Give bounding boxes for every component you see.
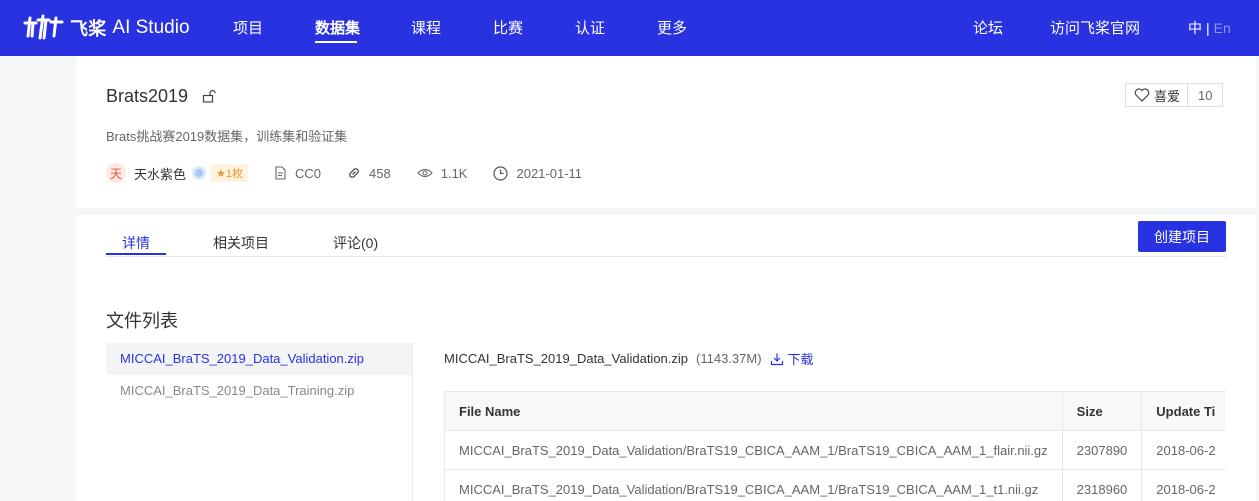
nav-link-forum[interactable]: 论坛 (973, 17, 1003, 38)
brand-logo[interactable]: 飞桨 AI Studio (22, 12, 190, 44)
cell-file-name: MICCAI_BraTS_2019_Data_Validation/BraTS1… (444, 469, 1063, 501)
tab-bar: 详情 相关项目 评论(0) (106, 215, 1226, 257)
brand-sub: AI Studio (112, 17, 190, 38)
heart-icon (1134, 88, 1150, 102)
tab-comments[interactable]: 评论(0) (333, 233, 378, 253)
cell-size: 2307890 (1061, 430, 1143, 470)
like-label: 喜爱 (1154, 88, 1181, 104)
selected-file-size: (1143.37M) (696, 351, 762, 366)
download-icon (770, 353, 783, 365)
paddle-logo-icon (23, 14, 64, 40)
lang-en[interactable]: En (1214, 20, 1231, 36)
nav-item-certification[interactable]: 认证 (575, 17, 605, 38)
create-project-button[interactable]: 创建项目 (1138, 221, 1226, 252)
avatar[interactable]: 天 (106, 163, 126, 183)
tab-related-projects[interactable]: 相关项目 (213, 233, 269, 253)
column-header-update-time[interactable]: Update Ti (1141, 391, 1226, 431)
view-count: 1.1K (416, 165, 468, 181)
tab-active-indicator (106, 253, 166, 255)
cell-size: 2318960 (1061, 469, 1143, 501)
like-widget: 喜爱 10 (1125, 83, 1224, 107)
license-icon (275, 166, 286, 180)
download-link[interactable]: 下载 (770, 349, 814, 368)
column-header-file-name[interactable]: File Name (444, 391, 1063, 431)
tab-details[interactable]: 详情 (122, 233, 150, 253)
top-nav-bar: 飞桨 AI Studio 项目 数据集 课程 比赛 认证 更多 论坛 访问飞桨官… (0, 0, 1259, 56)
publish-date: 2021-01-11 (493, 166, 582, 181)
license-label: CC0 (295, 165, 322, 181)
table-row: MICCAI_BraTS_2019_Data_Validation/BraTS1… (444, 469, 1226, 501)
nav-active-indicator (315, 41, 357, 43)
author-name[interactable]: 天水紫色 (134, 164, 186, 183)
medal-badge: ★1枚 (211, 164, 249, 182)
dataset-header: Brats2019 Brats挑战赛2019数据集，训练集和验证集 天 天水紫色… (76, 56, 1256, 208)
publish-date-value: 2021-01-11 (516, 165, 583, 181)
fork-count-value: 458 (369, 165, 391, 181)
view-count-value: 1.1K (440, 165, 468, 181)
clock-icon (493, 165, 509, 181)
dataset-body: 详情 相关项目 评论(0) 创建项目 文件列表 MICCAI_BraTS_201… (76, 215, 1256, 501)
unlock-icon (202, 89, 216, 103)
nav-item-datasets[interactable]: 数据集 (315, 17, 360, 38)
file-list-heading: 文件列表 (106, 311, 178, 331)
file-table-container[interactable]: File Name Size Update Ti MICCAI_BraTS_20… (444, 391, 1226, 501)
language-switch: 中 | En (1188, 18, 1231, 38)
lang-separator: | (1206, 20, 1210, 36)
nav-link-official-site[interactable]: 访问飞桨官网 (1050, 17, 1140, 38)
nav-item-projects[interactable]: 项目 (233, 17, 263, 38)
medal-count: 1枚 (225, 168, 244, 180)
link-icon (349, 168, 359, 178)
dataset-meta: 天 天水紫色 ★1枚 CC0 458 1.1K 2021-01-11 (106, 163, 608, 183)
table-header-row: File Name Size Update Ti (444, 391, 1226, 431)
nav-item-competitions[interactable]: 比赛 (493, 17, 523, 38)
selected-file-name: MICCAI_BraTS_2019_Data_Validation.zip (444, 351, 689, 366)
dataset-title: Brats2019 (106, 86, 189, 106)
lang-zh[interactable]: 中 (1188, 20, 1202, 36)
nav-item-courses[interactable]: 课程 (411, 17, 441, 38)
file-table: File Name Size Update Ti MICCAI_BraTS_20… (444, 391, 1226, 501)
fork-count: 458 (347, 166, 391, 181)
like-button[interactable]: 喜爱 (1126, 84, 1189, 106)
cell-update-time: 2018-06-2 (1141, 469, 1226, 501)
medal-icon: ★ (216, 168, 226, 180)
download-label: 下载 (787, 352, 814, 367)
cell-file-name: MICCAI_BraTS_2019_Data_Validation/BraTS1… (444, 430, 1063, 470)
eye-icon (416, 168, 433, 178)
column-header-size[interactable]: Size (1061, 391, 1143, 431)
like-count: 10 (1198, 87, 1213, 103)
selected-file-header: MICCAI_BraTS_2019_Data_Validation.zip (1… (444, 349, 814, 368)
cell-update-time: 2018-06-2 (1141, 430, 1226, 470)
file-list-item[interactable]: MICCAI_BraTS_2019_Data_Validation.zip (106, 343, 412, 375)
license-info: CC0 (274, 166, 321, 181)
nav-item-more[interactable]: 更多 (657, 17, 687, 38)
file-list: MICCAI_BraTS_2019_Data_Validation.zip MI… (106, 343, 413, 501)
table-row: MICCAI_BraTS_2019_Data_Validation/BraTS1… (444, 430, 1226, 470)
file-list-item[interactable]: MICCAI_BraTS_2019_Data_Training.zip (106, 375, 412, 407)
dataset-description: Brats挑战赛2019数据集，训练集和验证集 (106, 129, 348, 144)
verify-icon (192, 166, 207, 180)
brand-name: 飞桨 (70, 19, 107, 39)
